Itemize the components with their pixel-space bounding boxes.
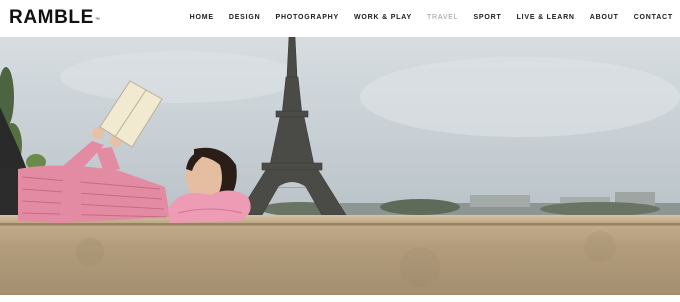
nav-contact[interactable]: CONTACT bbox=[634, 13, 673, 23]
nav-travel[interactable]: TRAVEL bbox=[427, 13, 459, 23]
hero-image bbox=[0, 37, 680, 295]
stone-wall bbox=[0, 215, 680, 295]
main-nav: HOME DESIGN PHOTOGRAPHY WORK & PLAY TRAV… bbox=[175, 13, 673, 23]
nav-sport[interactable]: SPORT bbox=[473, 13, 501, 23]
nav-home[interactable]: HOME bbox=[190, 13, 214, 23]
hero-photo bbox=[0, 37, 680, 295]
site-logo[interactable]: RAMBLE™ bbox=[9, 7, 100, 29]
nav-design[interactable]: DESIGN bbox=[229, 13, 261, 23]
footer-gap bbox=[0, 295, 680, 302]
trademark-mark: ™ bbox=[94, 17, 101, 23]
nav-live-and-learn[interactable]: LIVE & LEARN bbox=[517, 13, 575, 23]
nav-work-and-play[interactable]: WORK & PLAY bbox=[354, 13, 412, 23]
nav-about[interactable]: ABOUT bbox=[590, 13, 619, 23]
nav-photography[interactable]: PHOTOGRAPHY bbox=[275, 13, 339, 23]
site-header: RAMBLE™ HOME DESIGN PHOTOGRAPHY WORK & P… bbox=[0, 0, 680, 37]
